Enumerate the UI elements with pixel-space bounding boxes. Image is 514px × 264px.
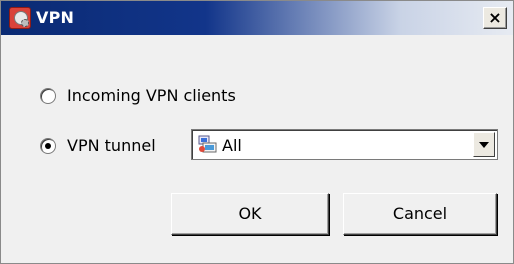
close-button[interactable]: × [483, 7, 507, 29]
cancel-button[interactable]: Cancel [343, 193, 497, 235]
incoming-vpn-label[interactable]: Incoming VPN clients [67, 86, 236, 105]
vpn-dialog: VPN × Incoming VPN clients VPN tunnel Al… [0, 0, 514, 264]
vpn-app-icon [9, 7, 31, 29]
gear-icon [21, 19, 29, 27]
vpn-tunnel-select[interactable]: All [191, 129, 498, 160]
window-title: VPN [36, 8, 75, 27]
vpn-tunnel-value: All [222, 136, 242, 155]
network-objects-icon [198, 135, 217, 153]
vpn-tunnel-radio[interactable] [40, 137, 56, 154]
chevron-down-icon[interactable] [473, 132, 495, 157]
close-icon: × [488, 8, 502, 27]
title-bar[interactable]: VPN × [1, 1, 513, 35]
vpn-tunnel-label[interactable]: VPN tunnel [67, 136, 156, 155]
incoming-vpn-option[interactable]: Incoming VPN clients [40, 86, 236, 105]
ok-button[interactable]: OK [171, 193, 329, 235]
vpn-tunnel-option[interactable]: VPN tunnel [40, 136, 156, 155]
incoming-vpn-radio[interactable] [40, 87, 56, 104]
